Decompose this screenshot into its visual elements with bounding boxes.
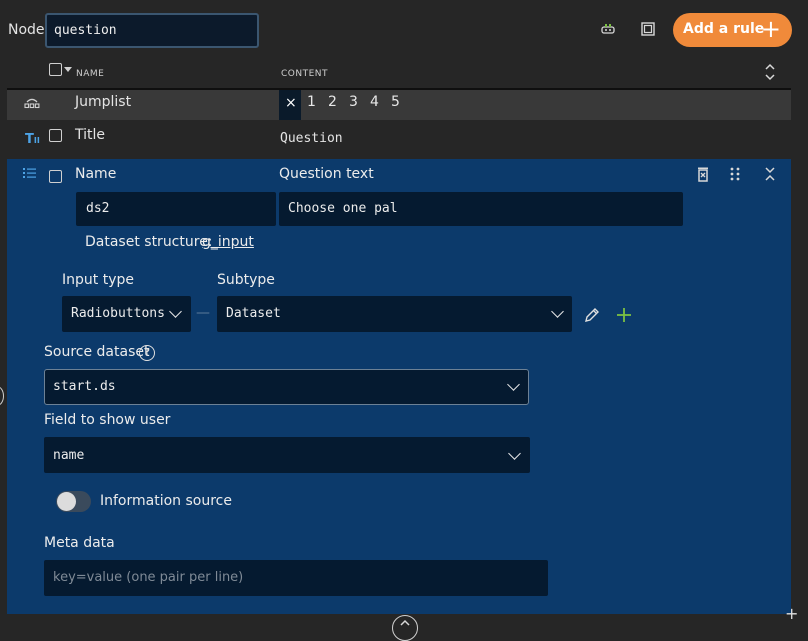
chevron-down-icon (508, 447, 521, 460)
dash-separator: — (196, 305, 210, 321)
upload-icon[interactable] (392, 615, 418, 641)
add-rule-button[interactable]: Add a rule + (673, 13, 792, 47)
question-row-checkbox[interactable] (49, 170, 62, 183)
jumplist-page-2[interactable]: 2 (328, 94, 337, 110)
chevron-down-icon (507, 378, 520, 391)
title-row-name: Title (75, 127, 106, 143)
meta-data-placeholder: key=value (one pair per line) (53, 570, 244, 585)
information-source-label: Information source (100, 493, 232, 509)
plus-icon: + (760, 15, 781, 43)
input-type-value: Radiobuttons (71, 306, 165, 321)
question-text-label: Question text (279, 166, 374, 182)
close-icon: × (285, 95, 297, 111)
jumplist-close-box[interactable]: × (279, 90, 301, 120)
drag-handle-icon[interactable] (730, 167, 740, 181)
subtype-select[interactable]: Dataset (217, 296, 572, 332)
question-text-field[interactable]: Choose one pal (279, 192, 683, 226)
meta-data-textarea[interactable]: key=value (one pair per line) (44, 560, 548, 596)
trash-icon[interactable] (697, 166, 709, 182)
subtype-value: Dataset (226, 306, 281, 321)
toggle-knob (57, 492, 76, 511)
column-header-content: CONTENT (281, 69, 329, 79)
corner-plus-icon[interactable]: + (785, 604, 798, 623)
pencil-icon[interactable] (584, 307, 600, 323)
jumplist-name: Jumplist (75, 94, 132, 110)
chevron-down-icon (169, 305, 182, 318)
dataset-structure-link[interactable]: g_input (202, 234, 254, 250)
select-all-checkbox[interactable] (49, 63, 62, 76)
caret-down-icon[interactable] (64, 67, 72, 72)
input-type-label: Input type (62, 272, 134, 288)
help-icon[interactable]: ? (139, 345, 155, 361)
frame-icon[interactable] (641, 22, 655, 36)
name-label: Name (75, 166, 117, 182)
jumplist-page-4[interactable]: 4 (370, 94, 379, 110)
sort-icon[interactable] (765, 63, 775, 81)
field-to-show-select[interactable]: name (44, 437, 530, 473)
field-to-show-value: name (53, 448, 85, 463)
meta-data-label: Meta data (44, 535, 115, 551)
list-icon (23, 167, 37, 179)
node-label: Node (8, 22, 45, 38)
jumplist-page-3[interactable]: 3 (349, 94, 358, 110)
chevron-down-icon (551, 305, 564, 318)
add-rule-label: Add a rule (683, 21, 765, 37)
dataset-structure-label: Dataset structure: (85, 234, 213, 250)
jumplist-page-1[interactable]: 1 (307, 94, 316, 110)
collapse-icon[interactable] (764, 167, 776, 181)
left-edge-handle[interactable] (0, 386, 4, 406)
jumplist-icon (24, 97, 40, 109)
node-input[interactable]: question (45, 13, 259, 48)
field-to-show-label: Field to show user (44, 412, 171, 428)
title-type-icon: TII (25, 132, 40, 147)
add-subtype-icon[interactable] (616, 307, 632, 323)
source-dataset-label: Source dataset (44, 344, 150, 360)
information-source-toggle[interactable] (56, 491, 91, 512)
column-header-name: NAME (76, 69, 105, 79)
jumplist-page-5[interactable]: 5 (391, 94, 400, 110)
source-dataset-value: start.ds (53, 379, 116, 394)
input-type-select[interactable]: Radiobuttons (62, 296, 191, 332)
source-dataset-select[interactable]: start.ds (44, 369, 529, 405)
robot-icon[interactable] (600, 22, 616, 36)
subtype-label: Subtype (217, 272, 275, 288)
title-row-content: Question (280, 131, 343, 146)
title-row-checkbox[interactable] (49, 129, 62, 142)
name-field[interactable]: ds2 (76, 192, 276, 226)
